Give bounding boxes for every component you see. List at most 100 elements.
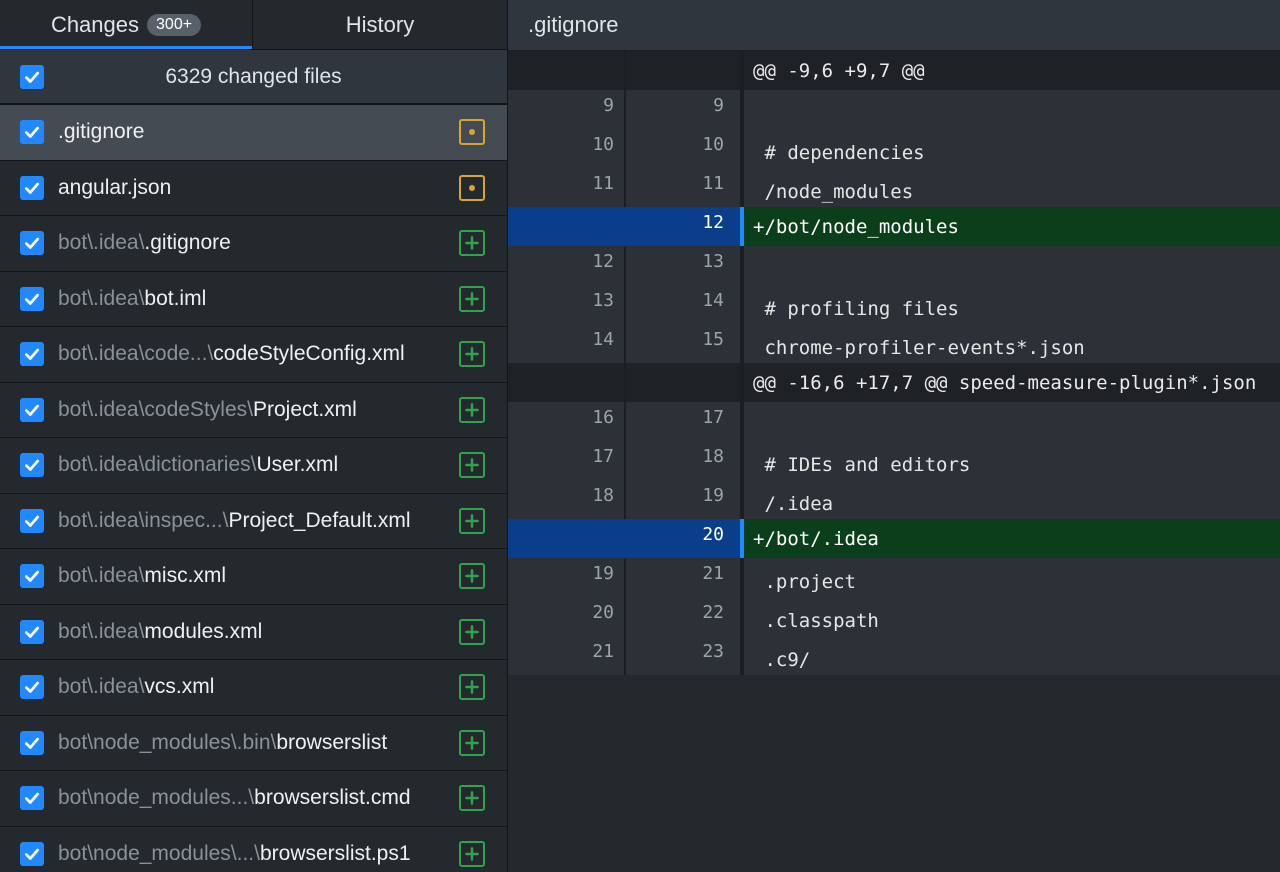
file-list-item[interactable]: angular.json <box>0 161 507 216</box>
old-line-number[interactable]: 14 <box>508 324 626 363</box>
diff-line-text: /.idea <box>753 492 834 515</box>
file-checkbox[interactable] <box>20 231 44 256</box>
old-line-number[interactable]: 16 <box>508 402 626 441</box>
diff-line-text: +/bot/node_modules <box>753 215 959 238</box>
file-added-icon <box>459 563 485 590</box>
file-list-item[interactable]: bot\.idea\bot.iml <box>0 272 507 327</box>
new-line-number[interactable]: 22 <box>626 597 744 636</box>
file-modified-icon <box>459 174 485 201</box>
checkmark-icon <box>25 126 39 139</box>
select-all-row[interactable]: 6329 changed files <box>0 50 507 105</box>
new-line-number[interactable] <box>626 363 744 402</box>
file-checkbox[interactable] <box>20 397 44 422</box>
checkmark-icon <box>25 737 39 749</box>
file-checkbox[interactable] <box>20 508 44 533</box>
old-line-number[interactable]: 12 <box>508 246 626 285</box>
old-line-number[interactable] <box>508 519 626 558</box>
file-list-item[interactable]: bot\node_modules\.bin\browserslist <box>0 716 507 771</box>
old-line-number[interactable]: 20 <box>508 597 626 636</box>
diff-line-text: # profiling files <box>753 297 959 320</box>
file-path: bot\node_modules...\browserslist.cmd <box>58 786 411 810</box>
file-list-item[interactable]: bot\.idea\dictionaries\User.xml <box>0 438 507 494</box>
new-line-number[interactable]: 11 <box>626 168 744 207</box>
old-line-number[interactable] <box>508 207 626 246</box>
diff-line-text: .classpath <box>753 609 879 632</box>
file-checkbox[interactable] <box>20 120 44 145</box>
diff-context-line[interactable]: 16 17 <box>508 402 1280 441</box>
new-line-number[interactable]: 19 <box>626 480 744 519</box>
new-line-number[interactable] <box>626 51 744 90</box>
old-line-number[interactable]: 11 <box>508 168 626 207</box>
file-checkbox[interactable] <box>20 342 44 367</box>
checkmark-icon <box>25 293 39 305</box>
diff-line-code: # dependencies <box>744 129 1280 168</box>
file-list-item[interactable]: bot\node_modules\...\browserslist.ps1 <box>0 827 507 872</box>
diff-context-line[interactable]: 10 10 # dependencies <box>508 129 1280 168</box>
file-list-item[interactable]: bot\.idea\inspec...\Project_Default.xml <box>0 494 507 549</box>
new-line-number[interactable]: 9 <box>626 90 744 129</box>
diff-context-line[interactable]: 11 11 /node_modules <box>508 168 1280 207</box>
diff-context-line[interactable]: 21 23 .c9/ <box>508 636 1280 675</box>
new-line-number[interactable]: 17 <box>626 402 744 441</box>
file-list-item[interactable]: bot\.idea\.gitignore <box>0 216 507 272</box>
file-checkbox[interactable] <box>20 619 44 644</box>
file-checkbox[interactable] <box>20 675 44 700</box>
old-line-number[interactable]: 19 <box>508 558 626 597</box>
file-path: bot\.idea\misc.xml <box>58 564 226 588</box>
file-list-item[interactable]: bot\.idea\vcs.xml <box>0 660 507 716</box>
file-list-item[interactable]: bot\.idea\codeStyles\Project.xml <box>0 383 507 438</box>
file-checkbox[interactable] <box>20 730 44 755</box>
diff-context-line[interactable]: 14 15 chrome-profiler-events*.json <box>508 324 1280 363</box>
file-checkbox[interactable] <box>20 453 44 478</box>
file-list-item[interactable]: .gitignore <box>0 105 507 161</box>
old-line-number[interactable]: 18 <box>508 480 626 519</box>
file-checkbox[interactable] <box>20 786 44 811</box>
diff-line-text: .c9/ <box>753 648 811 671</box>
file-list-item[interactable]: bot\.idea\modules.xml <box>0 605 507 660</box>
new-line-number[interactable]: 10 <box>626 129 744 168</box>
file-list-item[interactable]: bot\node_modules...\browserslist.cmd <box>0 771 507 827</box>
diff-context-line[interactable]: 99 <box>508 90 1280 129</box>
new-line-number[interactable]: 15 <box>626 324 744 363</box>
tab-changes[interactable]: Changes 300+ <box>0 0 253 49</box>
diff-hunk-header[interactable]: @@ -16,6 +17,7 @@ speed-measure-plugin*.… <box>508 363 1280 402</box>
file-name: modules.xml <box>144 619 263 643</box>
file-list-item[interactable]: bot\.idea\code...\codeStyleConfig.xml <box>0 327 507 383</box>
new-line-number[interactable]: 20 <box>626 519 744 558</box>
file-checkbox[interactable] <box>20 564 44 589</box>
diff-context-line[interactable]: 17 18 # IDEs and editors <box>508 441 1280 480</box>
diff-context-line[interactable]: 20 22 .classpath <box>508 597 1280 636</box>
old-line-number[interactable] <box>508 51 626 90</box>
diff-context-line[interactable]: 18 19 /.idea <box>508 480 1280 519</box>
new-line-number[interactable]: 21 <box>626 558 744 597</box>
new-line-number[interactable]: 14 <box>626 285 744 324</box>
select-all-checkbox[interactable] <box>20 64 44 89</box>
file-list-item[interactable]: bot\.idea\misc.xml <box>0 549 507 605</box>
diff-context-line[interactable]: 19 21 .project <box>508 558 1280 597</box>
file-checkbox[interactable] <box>20 175 44 200</box>
tab-history[interactable]: History <box>253 0 507 49</box>
file-checkbox[interactable] <box>20 286 44 311</box>
new-line-number[interactable]: 23 <box>626 636 744 675</box>
old-line-number[interactable]: 21 <box>508 636 626 675</box>
old-line-number[interactable]: 9 <box>508 90 626 129</box>
diff-context-line[interactable]: 12 13 <box>508 246 1280 285</box>
file-name: misc.xml <box>144 564 227 588</box>
diff-added-line[interactable]: 12 +/bot/node_modules <box>508 207 1280 246</box>
diff-line-text: @@ -16,6 +17,7 @@ speed-measure-plugin*.… <box>753 371 1257 394</box>
diff-context-line[interactable]: 13 14 # profiling files <box>508 285 1280 324</box>
diff-hunk-header[interactable]: @@ -9,6 +9,7 @@ <box>508 51 1280 90</box>
old-line-number[interactable]: 13 <box>508 285 626 324</box>
diff-view[interactable]: @@ -9,6 +9,7 @@ 9 9 10 10 # dependencies 11 11… <box>508 51 1280 675</box>
checkmark-icon <box>25 404 39 416</box>
old-line-number[interactable]: 17 <box>508 441 626 480</box>
file-checkbox[interactable] <box>20 841 44 866</box>
new-line-number[interactable]: 18 <box>626 441 744 480</box>
diff-line-code: .classpath <box>744 597 1280 636</box>
diff-added-line[interactable]: 20 +/bot/.idea <box>508 519 1280 558</box>
new-line-number[interactable]: 13 <box>626 246 744 285</box>
new-line-number[interactable]: 12 <box>626 207 744 246</box>
old-line-number[interactable]: 10 <box>508 129 626 168</box>
diff-line-code: /node_modules <box>744 168 1280 207</box>
old-line-number[interactable] <box>508 363 626 402</box>
